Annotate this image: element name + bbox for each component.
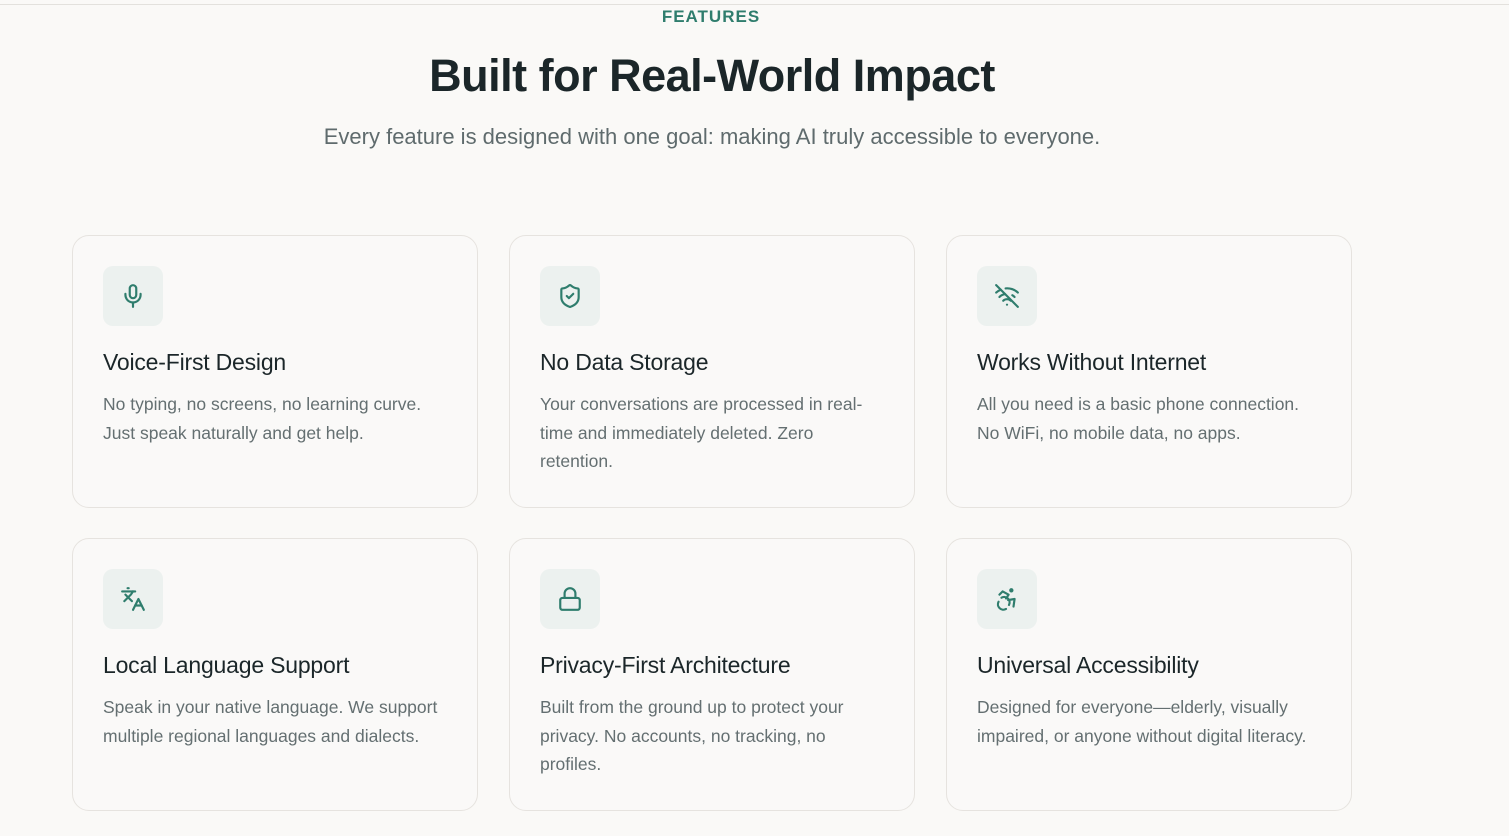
feature-title: Universal Accessibility: [977, 652, 1199, 678]
microphone-icon: [103, 266, 163, 326]
feature-card-universal-accessibility: Universal Accessibility Designed for eve…: [946, 538, 1352, 811]
top-divider: [0, 4, 1509, 5]
features-grid: Voice-First Design No typing, no screens…: [72, 235, 1352, 811]
feature-title: Voice-First Design: [103, 349, 287, 375]
feature-description: Your conversations are processed in real…: [540, 394, 863, 471]
feature-description: Speak in your native language. We suppor…: [103, 697, 438, 746]
section-eyebrow: FEATURES: [661, 7, 761, 26]
feature-title: Local Language Support: [103, 652, 350, 678]
feature-card-privacy-first: Privacy-First Architecture Built from th…: [509, 538, 915, 811]
feature-description: Designed for everyone—elderly, visually …: [977, 697, 1307, 746]
feature-card-voice-first: Voice-First Design No typing, no screens…: [72, 235, 478, 508]
languages-icon: [103, 569, 163, 629]
feature-description: Built from the ground up to protect your…: [540, 697, 844, 774]
lock-icon: [540, 569, 600, 629]
feature-title: No Data Storage: [540, 349, 709, 375]
shield-check-icon: [540, 266, 600, 326]
feature-title: Privacy-First Architecture: [540, 652, 791, 678]
section-title: Built for Real-World Impact: [429, 50, 995, 101]
feature-title: Works Without Internet: [977, 349, 1207, 375]
feature-card-works-without-internet: Works Without Internet All you need is a…: [946, 235, 1352, 508]
accessibility-icon: [977, 569, 1037, 629]
section-subtitle: Every feature is designed with one goal:…: [323, 124, 1101, 149]
wifi-off-icon: [977, 266, 1037, 326]
feature-card-no-data-storage: No Data Storage Your conversations are p…: [509, 235, 915, 508]
feature-card-local-language: Local Language Support Speak in your nat…: [72, 538, 478, 811]
feature-description: No typing, no screens, no learning curve…: [103, 394, 422, 443]
feature-description: All you need is a basic phone connection…: [977, 394, 1300, 443]
